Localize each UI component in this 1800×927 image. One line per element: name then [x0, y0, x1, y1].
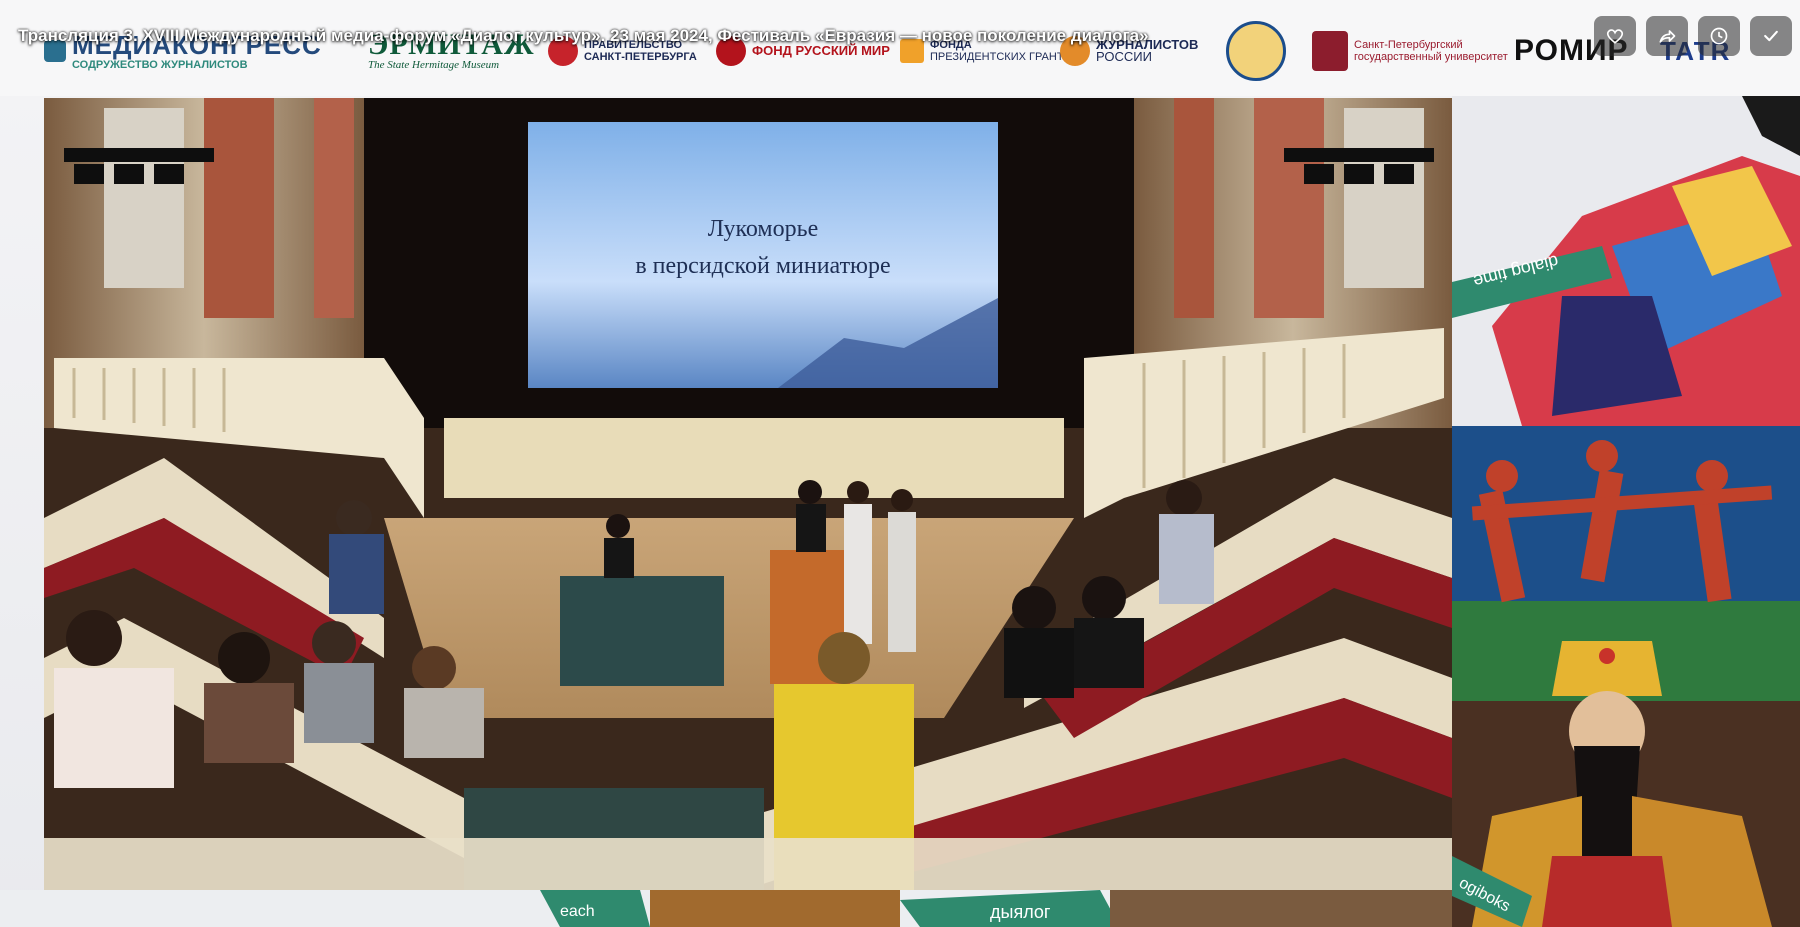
strip-text-1: each	[560, 903, 595, 920]
sponsor-strip: МЕДИАКОНГРЕСС СОДРУЖЕСТВО ЖУРНАЛИСТОВ ЭР…	[0, 0, 1800, 96]
sponsor-logo-emblem	[1226, 21, 1286, 81]
decorative-panel: dialog time ogiboks	[1452, 96, 1800, 927]
share-icon	[1659, 30, 1676, 43]
video-frame[interactable]: Лукоморье в персидской миниатюре	[44, 98, 1452, 890]
share-button[interactable]	[1646, 16, 1688, 56]
done-button[interactable]	[1750, 16, 1792, 56]
artwork-collage: dialog time ogiboks	[1452, 96, 1800, 927]
hall-scene: Лукоморье в персидской миниатюре	[44, 98, 1452, 890]
bottom-strip: each дыялог	[0, 890, 1452, 927]
panel-desk	[560, 576, 724, 686]
clock-icon	[1710, 27, 1728, 45]
video-title: Трансляция 3. XVIII Международный медиа-…	[18, 26, 1149, 45]
video-actions	[1594, 16, 1792, 56]
strip-text-2: дыялог	[990, 902, 1051, 922]
screen-title-line2: в персидской миниатюре	[635, 253, 890, 279]
screen-title-line1: Лукоморье	[708, 216, 818, 242]
check-icon	[1764, 30, 1778, 42]
sponsor-logo-spbu: Санкт-Петербургский государственный унив…	[1312, 26, 1508, 76]
watch-later-button[interactable]	[1698, 16, 1740, 56]
heart-icon	[1606, 29, 1624, 44]
video-player: МЕДИАКОНГРЕСС СОДРУЖЕСТВО ЖУРНАЛИСТОВ ЭР…	[0, 0, 1800, 927]
like-button[interactable]	[1594, 16, 1636, 56]
